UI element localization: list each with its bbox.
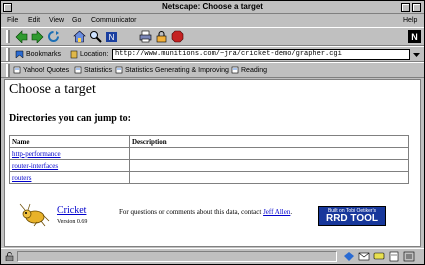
chevron-down-icon[interactable] [412, 50, 421, 59]
menu-file[interactable]: File [7, 17, 18, 24]
security-icon[interactable] [155, 30, 168, 43]
cricket-logo-icon [19, 203, 50, 227]
reload-icon[interactable] [47, 30, 60, 43]
status-message [17, 251, 337, 262]
menu-communicator[interactable]: Communicator [91, 17, 137, 24]
location-label: Location: [80, 51, 109, 58]
personal-item-statistics-generating[interactable]: Statistics Generating & Improving [125, 67, 229, 74]
directory-table: Name Description http-performance router… [9, 135, 409, 184]
maximize-button[interactable] [412, 3, 421, 12]
version-text: Version 0.69 [57, 219, 88, 225]
netscape-icon[interactable]: N [105, 30, 118, 43]
home-icon[interactable] [73, 30, 86, 43]
personal-toolbar: Yahoo! Quotes Statistics Statistics Gene… [1, 62, 424, 78]
menu-view[interactable]: View [49, 17, 64, 24]
location-toolbar: Bookmarks Location: http://www.munitions… [1, 46, 424, 62]
composer-icon[interactable] [388, 251, 400, 262]
toolbar-grip-icon[interactable] [5, 64, 11, 77]
search-icon[interactable] [89, 30, 102, 43]
personal-item-yahoo-quotes[interactable]: Yahoo! Quotes [23, 67, 69, 74]
minimize-button[interactable] [401, 3, 410, 12]
back-arrow-icon[interactable] [15, 30, 28, 43]
toolbar-grip-icon[interactable] [5, 30, 11, 43]
security-status-icon[interactable] [5, 252, 14, 261]
table-row: routers [9, 171, 409, 184]
bookmarks-button[interactable]: Bookmarks [26, 51, 61, 58]
contact-link[interactable]: Jeff Allen [263, 208, 290, 216]
page-title: Choose a target [9, 82, 96, 97]
rrdtool-badge-title: RRD TOOL [325, 213, 379, 224]
menu-help[interactable]: Help [403, 17, 417, 24]
personal-item-reading[interactable]: Reading [241, 67, 267, 74]
navigator-icon[interactable] [343, 251, 355, 262]
bookmark-icon [15, 50, 24, 59]
forward-arrow-icon[interactable] [31, 30, 44, 43]
bookmark-page-icon [13, 66, 21, 74]
cricket-link[interactable]: Cricket [57, 205, 86, 216]
directory-link[interactable]: routers [12, 174, 31, 182]
personal-item-statistics[interactable]: Statistics [84, 67, 112, 74]
column-header-name: Name [9, 135, 130, 148]
menu-go[interactable]: Go [72, 17, 81, 24]
print-icon[interactable] [139, 30, 152, 43]
section-heading: Directories you can jump to: [9, 113, 132, 124]
table-row: http-performance [9, 147, 409, 160]
contact-text: For questions or comments about this dat… [119, 208, 319, 217]
menu-bar: File Edit View Go Communicator Help [1, 14, 424, 27]
page-content: Choose a target Directories you can jump… [4, 79, 421, 247]
bookmark-page-icon [74, 66, 82, 74]
discussion-icon[interactable] [373, 251, 385, 262]
contact-text-body: For questions or comments about this dat… [119, 208, 264, 216]
toolbar-grip-icon[interactable] [5, 48, 11, 61]
navigation-toolbar: N N [1, 27, 424, 46]
netscape-n-logo-icon: N [408, 30, 421, 43]
directory-link[interactable]: router-interfaces [12, 162, 58, 170]
location-input[interactable]: http://www.munitions.com/~jra/cricket-de… [112, 49, 410, 60]
svg-text:N: N [109, 33, 115, 42]
browser-window: Netscape: Choose a target File Edit View… [0, 0, 425, 265]
menu-edit[interactable]: Edit [28, 17, 40, 24]
bookmark-page-icon [115, 66, 123, 74]
stop-icon[interactable] [171, 30, 184, 43]
dock-icon[interactable] [403, 251, 415, 262]
bookmark-page-icon [231, 66, 239, 74]
table-header-row: Name Description [9, 135, 409, 148]
window-title: Netscape: Choose a target [162, 2, 263, 11]
mail-icon[interactable] [358, 251, 370, 262]
column-header-description: Description [129, 135, 409, 148]
table-row: router-interfaces [9, 159, 409, 172]
status-bar [1, 248, 424, 264]
directory-link[interactable]: http-performance [12, 150, 61, 158]
directory-description [129, 171, 409, 184]
directory-description [129, 147, 409, 160]
svg-text:N: N [411, 32, 418, 42]
directory-description [129, 159, 409, 172]
rrdtool-badge[interactable]: Built on Tobi Oetiker's RRD TOOL [318, 206, 386, 226]
title-bar: Netscape: Choose a target [1, 1, 424, 14]
location-icon [70, 50, 78, 59]
contact-text-end: . [290, 208, 293, 216]
